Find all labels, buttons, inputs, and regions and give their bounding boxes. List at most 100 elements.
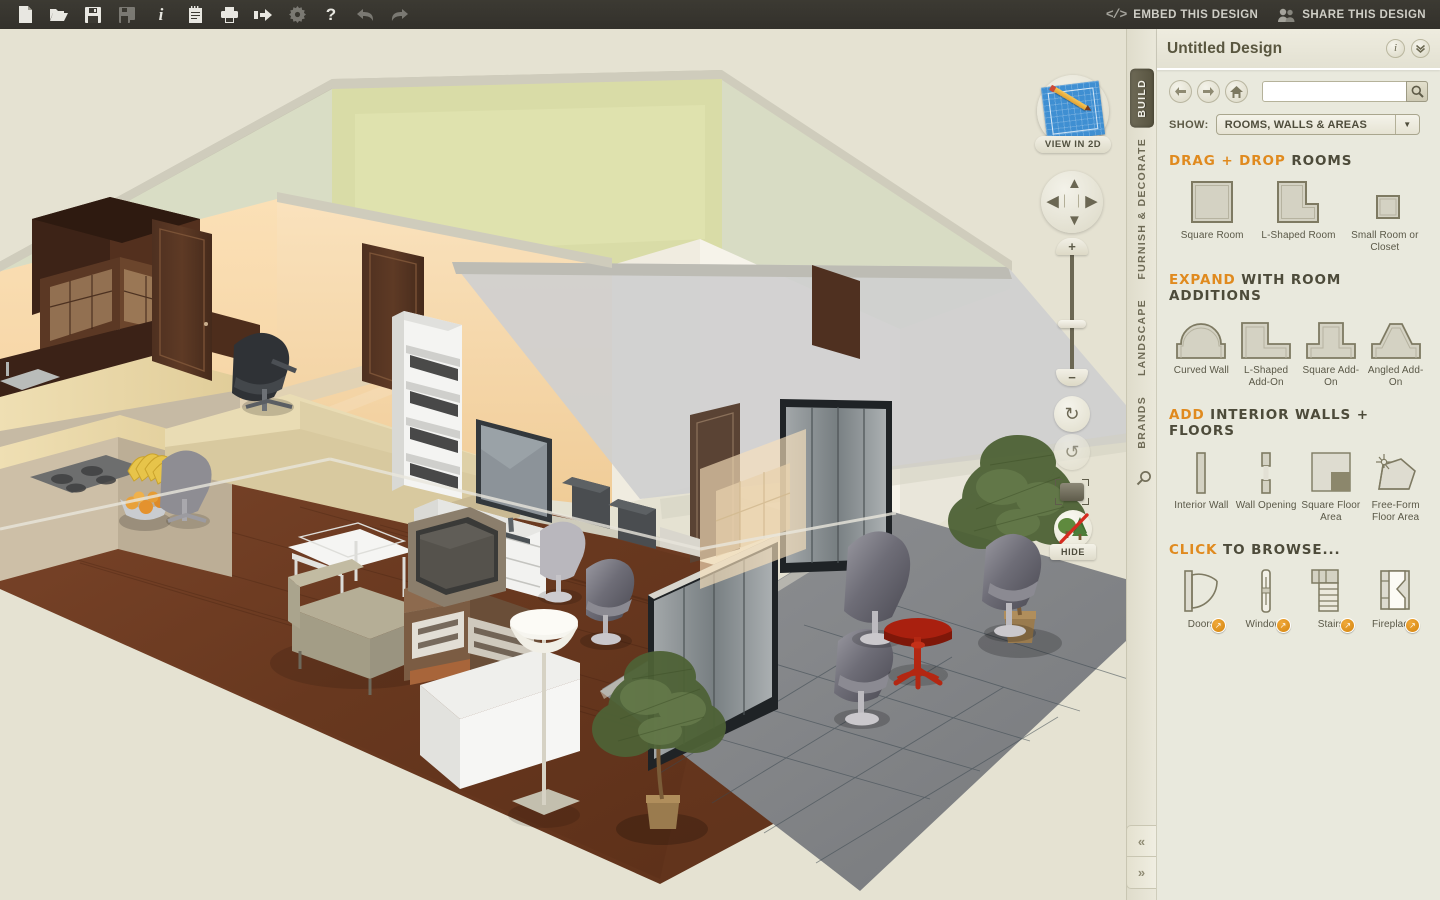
small-room-icon [1362, 179, 1408, 225]
section-drag-drop-rooms: DRAG + DROP ROOMS Square Room L-Shaped R… [1157, 153, 1440, 254]
tool-square-add-on[interactable]: Square Add-On [1299, 314, 1364, 389]
search-icon[interactable] [1133, 470, 1151, 486]
section-click-to-browse: CLICK TO BROWSE... ↗ Doors ↗ Windows ↗ S… [1157, 542, 1440, 633]
rail-tab-furnish-decorate[interactable]: FURNISH & DECORATE [1136, 128, 1148, 290]
toolbar-right-links: </> EMBED THIS DESIGN SHARE THIS DESIGN [1106, 7, 1440, 22]
hide-trees-icon[interactable] [1054, 510, 1092, 548]
rail-tab-build[interactable]: BUILD [1130, 69, 1154, 128]
nav-back-button[interactable] [1169, 80, 1192, 103]
zoom-out-button[interactable]: − [1056, 369, 1088, 386]
camera-corner-br [1082, 498, 1089, 505]
tool-square-floor-area[interactable]: Square Floor Area [1299, 449, 1364, 524]
pan-left-button[interactable]: ◀ [1047, 194, 1059, 209]
tool-fireplaces[interactable]: ↗ Fireplaces [1363, 568, 1428, 633]
search-input[interactable] [1263, 82, 1405, 102]
tool-square-room[interactable]: Square Room [1169, 179, 1255, 254]
panel-header-icons: i [1386, 39, 1430, 58]
square-room-icon [1189, 179, 1235, 225]
rail-tab-landscape[interactable]: LANDSCAPE [1136, 289, 1148, 386]
share-design-button[interactable]: SHARE THIS DESIGN [1278, 8, 1426, 22]
export-icon[interactable] [246, 1, 280, 28]
tool-interior-wall[interactable]: Interior Wall [1169, 449, 1234, 524]
section-heading: ADD INTERIOR WALLS + FLOORS [1169, 407, 1428, 439]
tool-angled-add-on[interactable]: Angled Add-On [1363, 314, 1428, 389]
open-folder-icon[interactable] [42, 1, 76, 28]
share-design-label: SHARE THIS DESIGN [1302, 8, 1426, 21]
redo-icon[interactable] [382, 1, 416, 28]
browse-badge-icon[interactable]: ↗ [1405, 618, 1420, 633]
rail-tab-brands[interactable]: BRANDS [1136, 386, 1148, 459]
rotate-right-icon[interactable]: ↺ [1054, 434, 1090, 470]
undo-icon[interactable] [348, 1, 382, 28]
browse-badge-icon[interactable]: ↗ [1210, 618, 1226, 633]
print-icon[interactable] [212, 1, 246, 28]
pan-right-button[interactable]: ▶ [1085, 194, 1097, 209]
section-heading: DRAG + DROP ROOMS [1169, 153, 1428, 169]
show-dropdown[interactable]: ROOMS, WALLS & AREAS ▼ [1215, 114, 1420, 135]
tool-l-shaped-room[interactable]: L-Shaped Room [1255, 179, 1341, 254]
notes-icon[interactable] [178, 1, 212, 28]
angled-addon-icon [1370, 314, 1422, 360]
wall-opening-icon [1243, 449, 1289, 495]
design-canvas-3d[interactable]: VIEW IN 2D ▲ ▼ ◀ ▶ + − ↻ ↺ HIDE [0, 29, 1126, 900]
camera-corner-tr [1082, 479, 1089, 486]
pencil-icon [1052, 86, 1089, 111]
zoom-slider[interactable]: + − [1056, 238, 1088, 386]
info-icon[interactable]: i [144, 1, 178, 28]
tool-label: Square Room [1180, 230, 1244, 241]
hide-button-label[interactable]: HIDE [1050, 544, 1096, 560]
section-heading-accent: ADD [1169, 407, 1205, 423]
camera-icon[interactable] [1055, 479, 1089, 505]
section-heading: CLICK TO BROWSE... [1169, 542, 1428, 558]
help-icon[interactable]: ? [314, 1, 348, 28]
tool-l-shaped-add-on[interactable]: L-Shaped Add-On [1234, 314, 1299, 389]
camera-body [1060, 483, 1084, 501]
zoom-slider-track[interactable] [1070, 252, 1074, 372]
l-shaped-room-icon [1275, 179, 1321, 225]
recenter-button[interactable] [1064, 194, 1079, 208]
browse-badge-icon[interactable]: ↗ [1340, 618, 1356, 633]
tool-stairs[interactable]: ↗ Stairs [1299, 568, 1364, 633]
camera-corner-bl [1055, 498, 1062, 505]
tool-doors[interactable]: ↗ Doors [1169, 568, 1234, 633]
save-icon[interactable] [76, 1, 110, 28]
zoom-in-button[interactable]: + [1056, 238, 1088, 255]
nav-forward-button[interactable] [1197, 80, 1220, 103]
save-as-icon[interactable] [110, 1, 144, 28]
collapse-down-button[interactable]: » [1126, 857, 1156, 889]
rotate-left-icon[interactable]: ↻ [1054, 396, 1090, 432]
free-form-floor-icon [1371, 449, 1421, 495]
chevron-down-icon[interactable]: ▼ [1394, 115, 1419, 134]
new-file-icon[interactable] [8, 1, 42, 28]
tool-label: L-Shaped Add-On [1244, 365, 1289, 388]
settings-gear-icon[interactable] [280, 1, 314, 28]
pan-control-pad[interactable]: ▲ ▼ ◀ ▶ [1041, 171, 1103, 233]
zoom-slider-handle[interactable] [1058, 320, 1086, 328]
pan-up-button[interactable]: ▲ [1067, 176, 1082, 191]
tool-curved-wall[interactable]: Curved Wall [1169, 314, 1234, 389]
nav-home-button[interactable] [1225, 80, 1248, 103]
tool-label: Small Room or Closet [1351, 230, 1419, 253]
browse-badge-icon[interactable]: ↗ [1275, 618, 1291, 633]
floorplan-3d-render [0, 70, 1126, 891]
pan-down-button[interactable]: ▼ [1067, 213, 1082, 228]
section-heading-rest: TO BROWSE... [1217, 542, 1341, 558]
window-icon [1242, 568, 1290, 614]
info-icon[interactable]: i [1386, 39, 1405, 58]
tool-wall-opening[interactable]: Wall Opening [1234, 449, 1299, 524]
collapse-up-button[interactable]: « [1126, 825, 1156, 857]
top-toolbar: i ? </> EMBED THIS DESIGN SHARE THIS DES… [0, 0, 1440, 29]
view-in-2d-label[interactable]: VIEW IN 2D [1035, 136, 1111, 153]
panel-collapse-group: « » [1126, 825, 1156, 889]
tool-windows[interactable]: ↗ Windows [1234, 568, 1299, 633]
embed-design-button[interactable]: </> EMBED THIS DESIGN [1106, 7, 1258, 22]
tool-free-form-floor-area[interactable]: Free-Form Floor Area [1363, 449, 1428, 524]
search-box[interactable] [1262, 81, 1428, 102]
search-icon[interactable] [1406, 81, 1428, 102]
page-title: Untitled Design [1167, 39, 1283, 57]
section-heading-rest: ROOMS [1285, 153, 1353, 169]
tool-small-room-closet[interactable]: Small Room or Closet [1342, 179, 1428, 254]
stairs-icon [1307, 568, 1355, 614]
interior-tools-grid: Interior Wall Wall Opening Square Floor … [1169, 449, 1428, 524]
chevron-down-icon[interactable] [1411, 39, 1430, 58]
